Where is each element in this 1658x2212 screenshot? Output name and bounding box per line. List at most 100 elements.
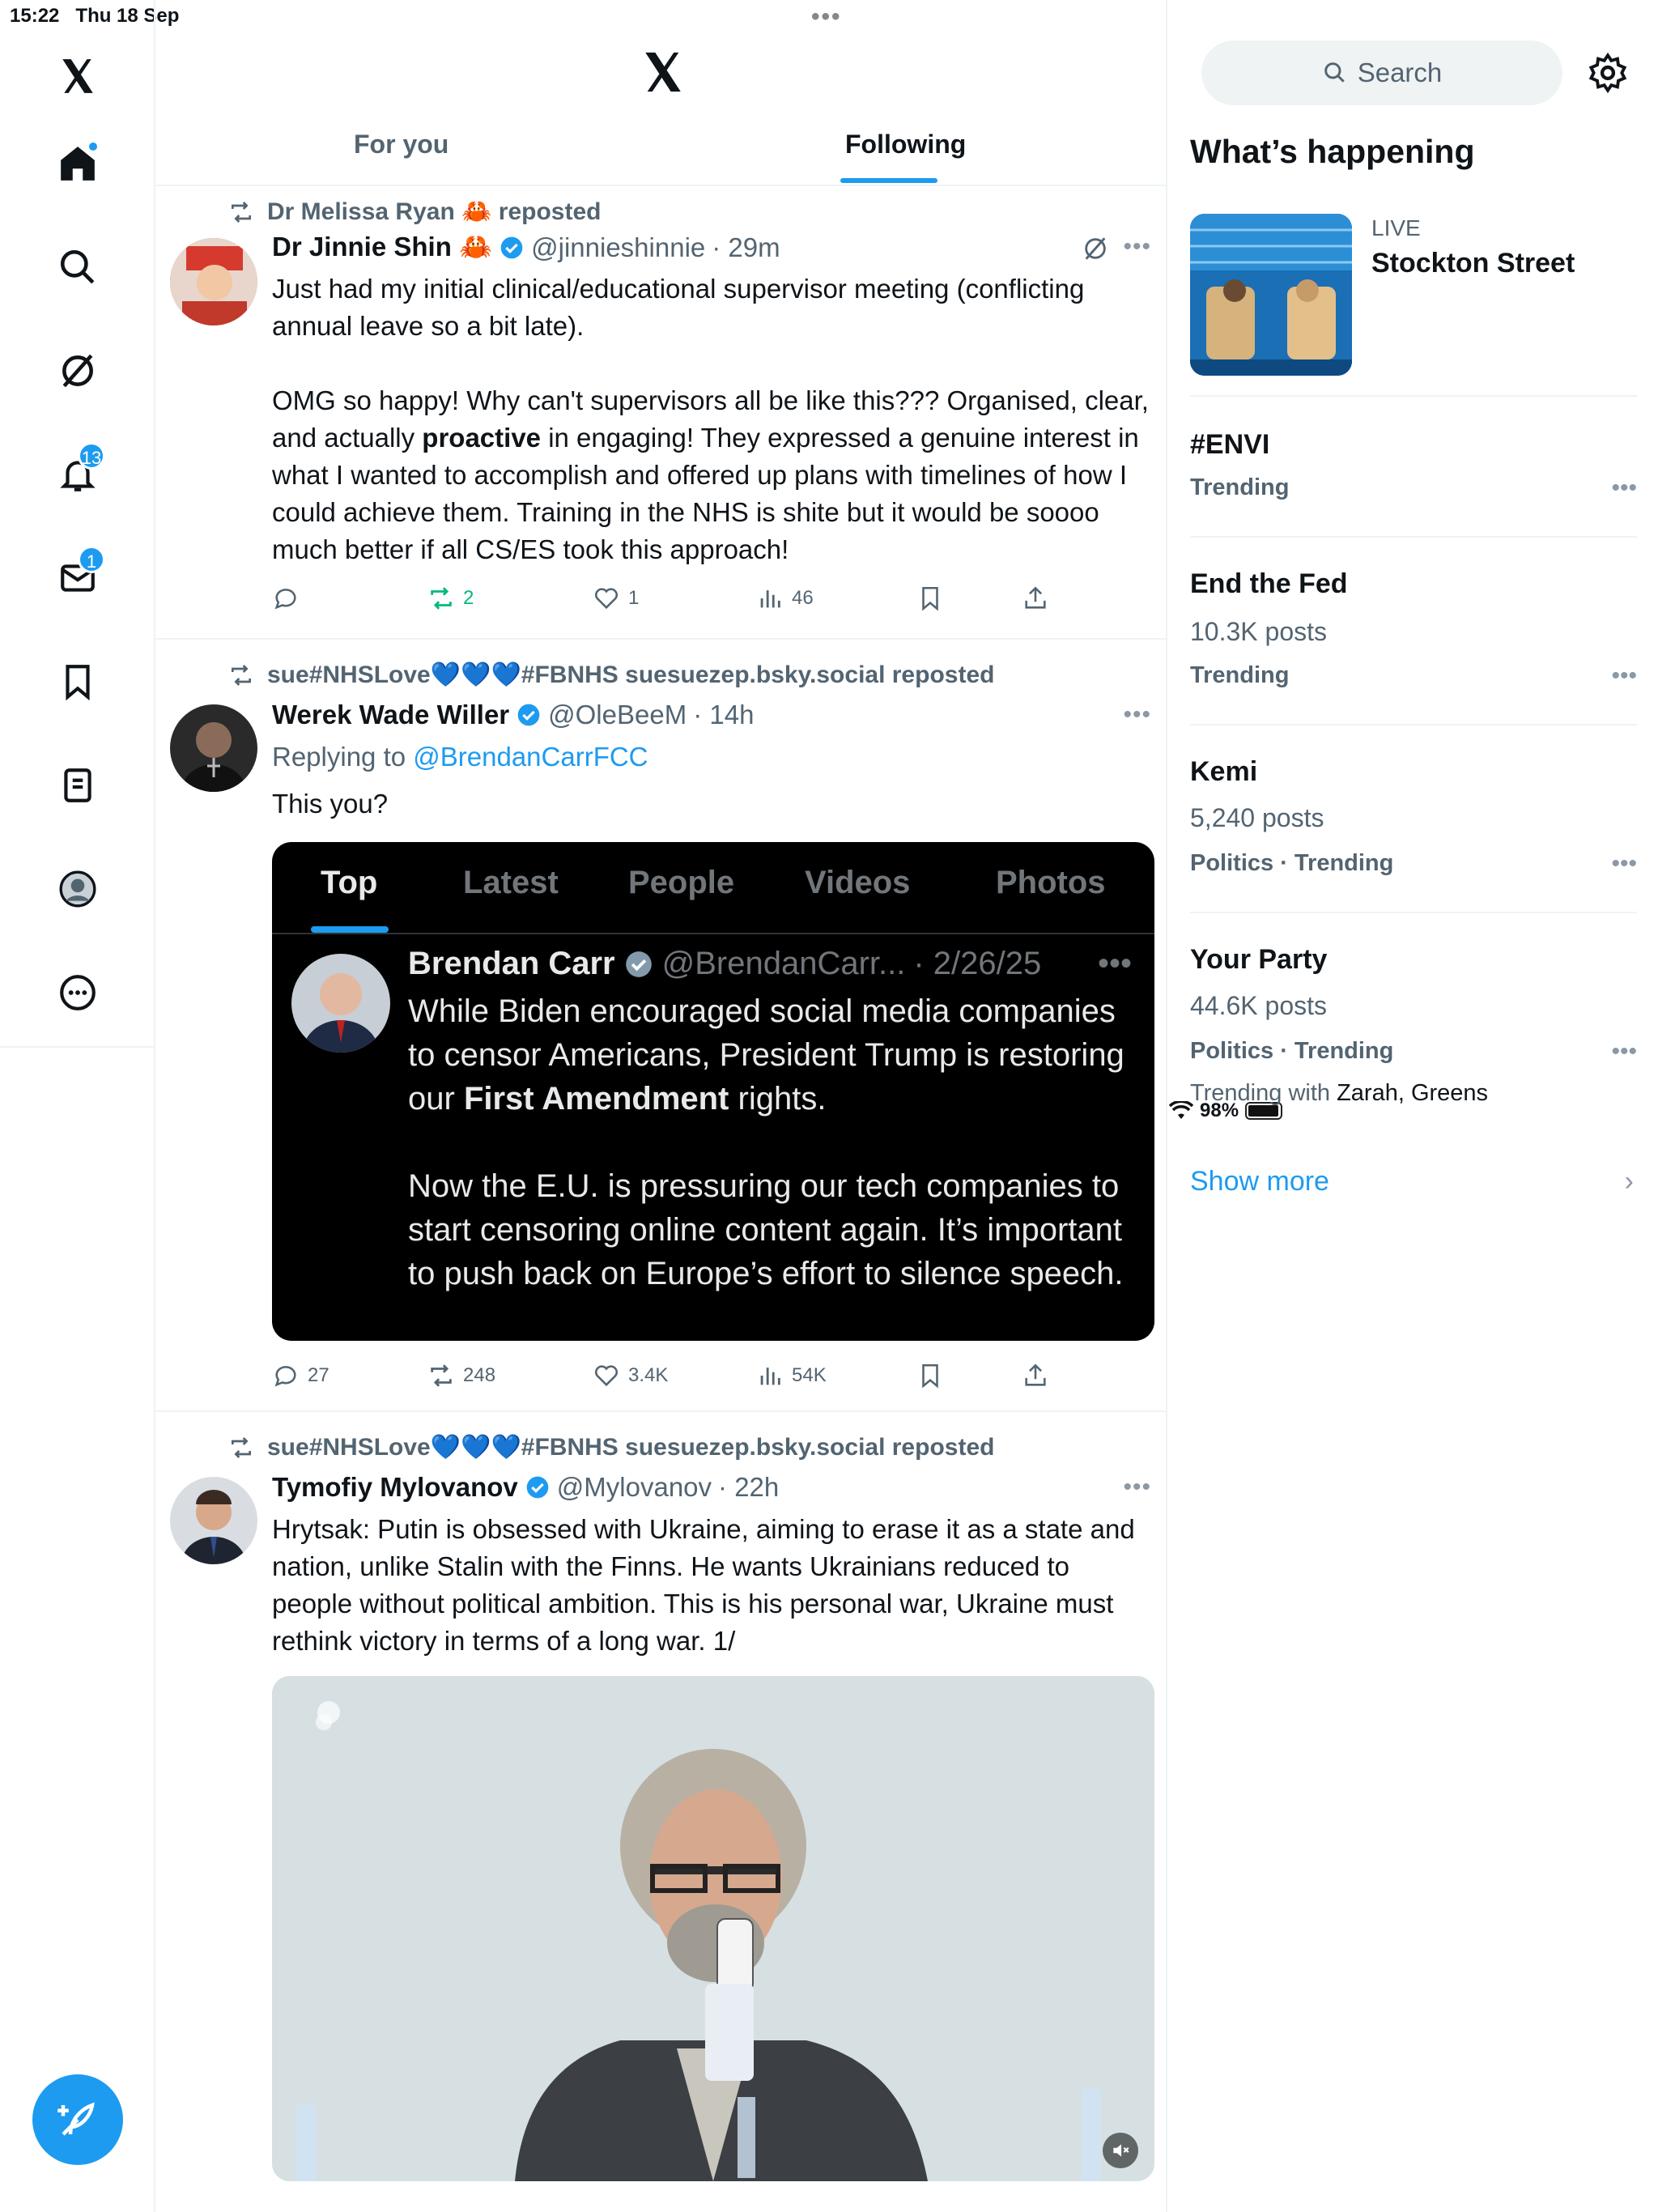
embed-post-time: · 2/26/25 — [913, 946, 1042, 981]
home-icon[interactable] — [50, 136, 105, 191]
embed-post-text: While Biden encouraged social media comp… — [408, 993, 1133, 1291]
like-button[interactable]: 3.4K — [593, 1362, 668, 1389]
repost-icon — [431, 1364, 452, 1387]
views-button[interactable]: 46 — [756, 585, 814, 612]
x-logo-icon[interactable] — [50, 49, 105, 104]
embed-tab-top: Top — [321, 865, 378, 900]
more-options-icon[interactable] — [50, 965, 105, 1020]
bookmarks-icon[interactable] — [50, 654, 105, 709]
compose-post-button[interactable] — [32, 2074, 123, 2165]
embed-author-line: Brendan Carr @BrendanCarr... · 2/26/25 — [408, 946, 1041, 982]
trend-posts: 10.3K posts — [1190, 617, 1327, 646]
trend-meta: Politics · Trending — [1190, 1038, 1394, 1064]
repost-context: sue#NHSLove💙💙💙#FBNHS suesuezep.bsky.soci… — [228, 661, 994, 689]
share-button[interactable] — [1022, 1362, 1049, 1389]
avatar[interactable] — [170, 1477, 257, 1564]
author-name[interactable]: Dr Jinnie Shin 🦀 — [272, 232, 492, 263]
lists-icon[interactable] — [50, 758, 105, 813]
reply-button[interactable]: 27 — [272, 1362, 329, 1389]
reply-icon — [274, 1366, 296, 1387]
bookmark-button[interactable] — [916, 1362, 944, 1389]
live-event-thumbnail[interactable] — [1190, 214, 1352, 376]
settings-gear-icon[interactable] — [1587, 52, 1629, 94]
grok-icon[interactable] — [50, 343, 105, 398]
tab-following[interactable]: Following — [845, 130, 966, 160]
embed-tab-people: People — [628, 865, 735, 900]
post-time: · 22h — [718, 1472, 780, 1502]
tab-for-you[interactable]: For you — [354, 130, 449, 160]
post-actions: 27 248 3.4K 54K — [272, 1362, 1082, 1394]
like-button[interactable]: 1 — [593, 585, 639, 612]
messages-envelope-icon[interactable]: 1 — [50, 546, 105, 606]
embed-author-name: Brendan Carr — [408, 946, 615, 981]
trend-title[interactable]: Your Party — [1190, 944, 1327, 976]
mute-icon[interactable] — [1103, 2133, 1138, 2168]
embed-tab-photos: Photos — [996, 865, 1106, 900]
trend-more-icon[interactable]: ••• — [1611, 850, 1637, 878]
more-icon[interactable]: ••• — [1123, 1474, 1151, 1501]
search-icon[interactable] — [50, 240, 105, 295]
views-chart-icon — [760, 590, 780, 608]
bookmark-button[interactable] — [916, 585, 944, 612]
trend-more-icon[interactable]: ••• — [1611, 1038, 1637, 1066]
trend-meta: Trending — [1190, 474, 1290, 500]
timeline: For you Following Dr Melissa Ryan 🦀 repo… — [155, 0, 1167, 2212]
post-jinnie-shin[interactable]: Dr Melissa Ryan 🦀 reposted Dr Jinnie Shi… — [155, 186, 1166, 640]
share-icon — [1025, 586, 1046, 609]
repost-button[interactable]: 2 — [427, 585, 474, 612]
video-frame — [272, 1676, 1154, 2181]
more-icon[interactable]: ••• — [1123, 701, 1151, 729]
nav-divider — [0, 1046, 155, 1048]
author-handle[interactable]: @jinnieshinnie — [531, 232, 705, 263]
repost-context: sue#NHSLove💙💙💙#FBNHS suesuezep.bsky.soci… — [228, 1433, 994, 1461]
embed-more-icon: ••• — [1097, 946, 1132, 981]
post-text: This you? — [272, 789, 389, 819]
trend-title[interactable]: Kemi — [1190, 756, 1257, 788]
author-handle[interactable]: @OleBeeM — [548, 700, 687, 730]
repost-context: Dr Melissa Ryan 🦀 reposted — [228, 198, 602, 226]
trend-title[interactable]: End the Fed — [1190, 568, 1348, 600]
trend-title[interactable]: #ENVI — [1190, 429, 1269, 461]
post-tymofiy-mylovanov[interactable]: sue#NHSLove💙💙💙#FBNHS suesuezep.bsky.soci… — [155, 1412, 1166, 2212]
author-name[interactable]: Werek Wade Willer — [272, 700, 509, 730]
post-author-line: Werek Wade Willer @OleBeeM · 14h — [272, 700, 754, 730]
bookmark-icon — [922, 1363, 938, 1389]
avatar[interactable] — [170, 238, 257, 325]
post-author-line: Tymofiy Mylovanov @Mylovanov · 22h — [272, 1472, 779, 1503]
chevron-right-icon: › — [1624, 1166, 1634, 1197]
live-event-title[interactable]: Stockton Street — [1371, 248, 1575, 279]
views-button[interactable]: 54K — [756, 1362, 827, 1389]
profile-avatar-icon[interactable] — [50, 861, 105, 917]
trend-posts: 5,240 posts — [1190, 803, 1324, 832]
repost-button[interactable]: 248 — [427, 1362, 495, 1389]
whats-happening-title: What’s happening — [1190, 133, 1475, 170]
more-icon[interactable]: ••• — [1123, 233, 1151, 261]
live-label: LIVE — [1371, 215, 1421, 240]
notifications-bell-icon[interactable]: 13 — [50, 442, 105, 502]
trend-more-icon[interactable]: ••• — [1611, 474, 1637, 502]
active-tab-indicator — [840, 178, 937, 183]
replying-to-link[interactable]: @BrendanCarrFCC — [413, 742, 648, 772]
author-name[interactable]: Tymofiy Mylovanov — [272, 1472, 518, 1503]
verified-badge-icon — [517, 704, 540, 726]
timeline-header: For you Following — [155, 32, 1166, 186]
post-text: Just had my initial clinical/educational… — [272, 274, 1149, 564]
trend-more-icon[interactable]: ••• — [1611, 662, 1637, 690]
post-video[interactable] — [272, 1676, 1154, 2181]
repost-icon — [232, 1436, 251, 1458]
reply-button[interactable] — [272, 585, 300, 612]
trend-meta: Trending — [1190, 662, 1290, 688]
verified-badge-icon — [526, 1476, 549, 1499]
embed-tab-videos: Videos — [805, 865, 911, 900]
share-button[interactable] — [1022, 585, 1049, 612]
x-logo-icon[interactable] — [640, 49, 687, 96]
search-input[interactable]: Search — [1201, 40, 1562, 105]
embedded-screenshot[interactable]: Top Latest People Videos Photos Brendan … — [272, 842, 1154, 1341]
grok-icon[interactable] — [1082, 235, 1109, 262]
avatar[interactable] — [170, 704, 257, 792]
embed-tab-indicator — [311, 926, 389, 933]
post-werek-wade-willer[interactable]: sue#NHSLove💙💙💙#FBNHS suesuezep.bsky.soci… — [155, 640, 1166, 1412]
show-more-link[interactable]: Show more — [1190, 1166, 1329, 1197]
views-chart-icon — [760, 1368, 780, 1385]
author-handle[interactable]: @Mylovanov — [557, 1472, 712, 1503]
